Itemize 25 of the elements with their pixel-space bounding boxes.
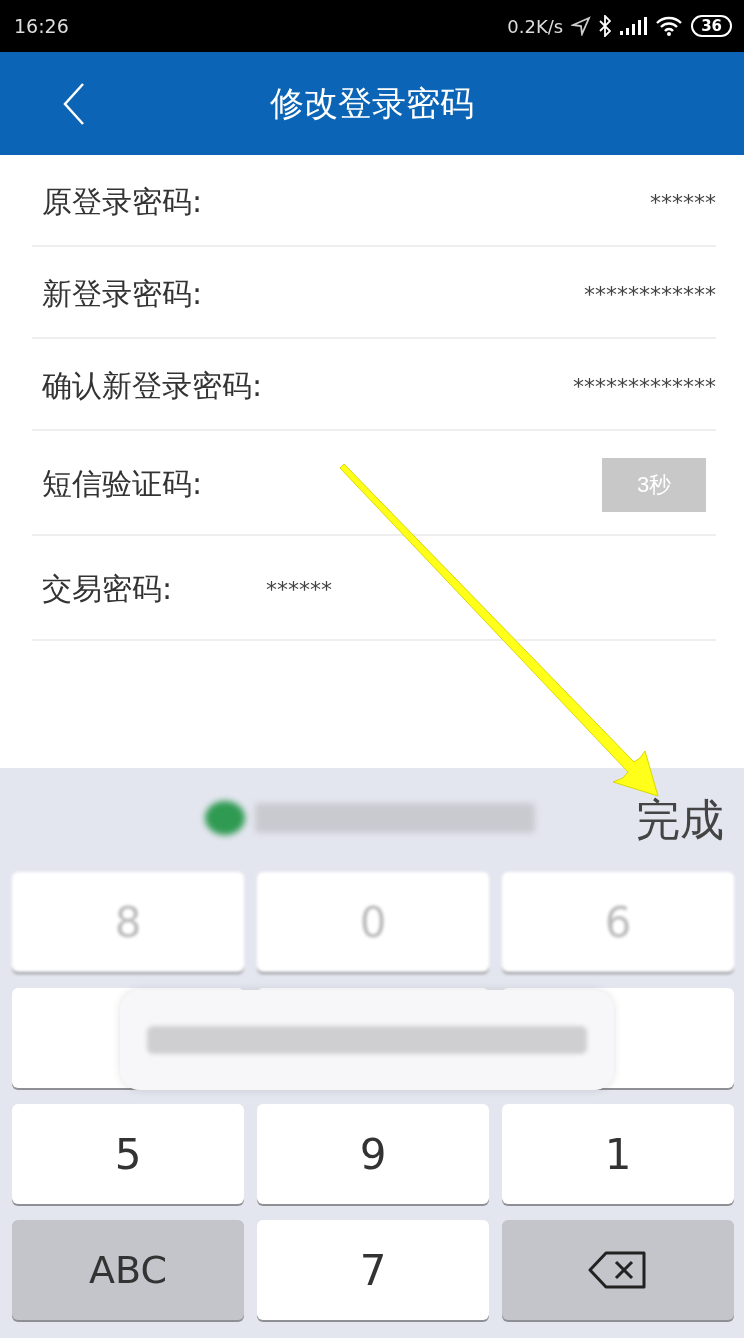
password-field[interactable]: *************	[573, 373, 716, 399]
backspace-icon[interactable]	[588, 1250, 648, 1290]
number-key[interactable]: 5	[12, 1104, 244, 1204]
number-key[interactable]: 7	[257, 1220, 489, 1320]
field-label: 确认新登录密码:	[41, 366, 263, 405]
number-key[interactable]: 1	[502, 1104, 734, 1204]
signal-icon	[619, 16, 648, 36]
field-label: 交易密码:	[41, 570, 173, 608]
bluetooth-icon	[599, 15, 612, 37]
field-label: 短信验证码:	[41, 465, 203, 503]
network-speed: 0.2K/s	[507, 15, 564, 37]
battery-icon: 36	[691, 15, 732, 37]
location-icon	[571, 16, 592, 36]
page-title: 修改登录密码	[270, 81, 474, 125]
field-label: 新登录密码:	[41, 274, 203, 313]
done-button[interactable]: 完成	[636, 790, 724, 850]
wifi-icon	[655, 15, 684, 37]
field-label: 原登录密码:	[41, 182, 203, 221]
number-key[interactable]: 9	[257, 1104, 489, 1204]
abc-key[interactable]: ABC	[12, 1220, 244, 1320]
status-time: 16:26	[14, 15, 69, 37]
password-field[interactable]: ************	[584, 281, 716, 307]
back-icon[interactable]	[62, 81, 86, 126]
password-field[interactable]: ******	[266, 577, 333, 602]
password-field[interactable]: ******	[650, 189, 716, 215]
